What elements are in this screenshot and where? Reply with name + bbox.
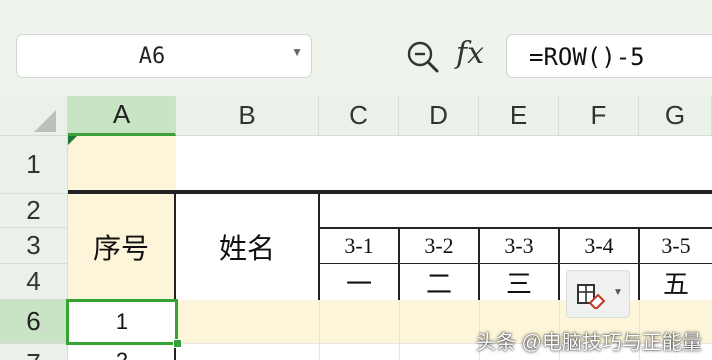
column-header-e[interactable]: E: [479, 96, 559, 136]
zoom-formula-icon[interactable]: [404, 38, 442, 76]
column-header-a[interactable]: A: [68, 96, 176, 136]
formula-text: =ROW()-5: [529, 43, 645, 71]
paste-options-chevron-icon[interactable]: ▼: [613, 287, 623, 298]
cell-seq-header[interactable]: 序号: [68, 194, 174, 300]
cell-c4[interactable]: 一: [320, 264, 398, 300]
row-header-6[interactable]: 6: [0, 300, 68, 344]
column-header-f[interactable]: F: [559, 96, 639, 136]
selected-cell-a6[interactable]: 1: [66, 299, 178, 345]
row-header-4[interactable]: 4: [0, 264, 68, 300]
cell-c3[interactable]: 3-1: [320, 229, 398, 263]
name-box[interactable]: A6 ▼: [16, 34, 312, 78]
cell-a7[interactable]: 2: [68, 344, 176, 360]
cell-e4[interactable]: 三: [480, 264, 558, 300]
cell-a1[interactable]: [68, 136, 176, 194]
cell-d3[interactable]: 3-2: [400, 229, 478, 263]
row-header-7[interactable]: 7: [0, 344, 68, 360]
row-header-3[interactable]: 3: [0, 228, 68, 264]
row-header-1[interactable]: 1: [0, 136, 68, 194]
paste-options-icon: [577, 284, 606, 309]
column-header-c[interactable]: C: [319, 96, 399, 136]
name-box-value: A6: [138, 44, 166, 69]
column-header-d[interactable]: D: [399, 96, 479, 136]
spreadsheet-grid: A B C D E F G 1 2 3 4 6 7 序号 姓名 3-1 3-2 …: [0, 96, 712, 360]
fx-icon[interactable]: fx: [456, 36, 484, 71]
watermark: 头条 @电脑技巧与正能量: [476, 332, 702, 354]
column-header-b[interactable]: B: [176, 96, 319, 136]
row-header-2[interactable]: 2: [0, 194, 68, 228]
cell-comment-marker: [68, 136, 77, 145]
cell-e3[interactable]: 3-3: [480, 229, 558, 263]
cell-name-header[interactable]: 姓名: [176, 194, 318, 300]
paste-options-button[interactable]: ▼: [566, 270, 630, 318]
formula-input[interactable]: =ROW()-5: [506, 34, 712, 78]
column-header-g[interactable]: G: [639, 96, 712, 136]
select-all-corner[interactable]: [0, 96, 68, 136]
cell-g3[interactable]: 3-5: [640, 229, 712, 263]
cell-g4[interactable]: 五: [640, 264, 712, 300]
cell-f3[interactable]: 3-4: [560, 229, 638, 263]
cell-d4[interactable]: 二: [400, 264, 478, 300]
formula-bar: A6 ▼ fx =ROW()-5: [0, 0, 712, 96]
chevron-down-icon[interactable]: ▼: [291, 45, 303, 59]
